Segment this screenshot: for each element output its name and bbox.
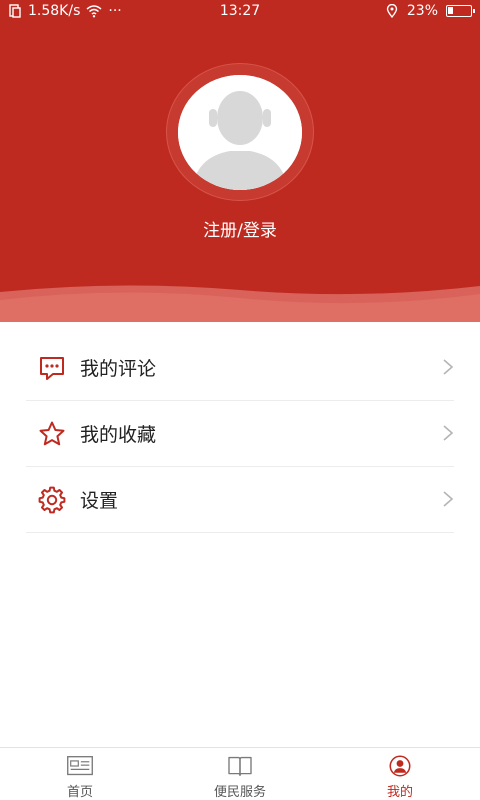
gear-icon bbox=[38, 486, 66, 514]
profile-header: 1.58K/s ··· 13:27 23% 注册/登录 bbox=[0, 0, 480, 322]
bottom-tab-bar: 首页 便民服务 我的 bbox=[0, 747, 480, 800]
profile-menu: 我的评论 我的收藏 设置 bbox=[26, 335, 454, 533]
menu-item-label: 设置 bbox=[80, 490, 119, 512]
user-circle-icon bbox=[389, 755, 411, 777]
menu-item-settings[interactable]: 设置 bbox=[26, 467, 454, 533]
tab-services[interactable]: 便民服务 bbox=[160, 748, 320, 800]
menu-item-label: 我的评论 bbox=[80, 358, 157, 380]
tab-label: 首页 bbox=[66, 785, 93, 800]
status-bar: 1.58K/s ··· 13:27 23% bbox=[0, 0, 480, 24]
tab-mine[interactable]: 我的 bbox=[320, 748, 480, 800]
menu-item-label: 我的收藏 bbox=[80, 424, 157, 446]
tab-label: 便民服务 bbox=[213, 785, 266, 800]
comment-icon bbox=[38, 354, 66, 382]
chevron-right-icon bbox=[442, 490, 454, 508]
battery-percent: 23% bbox=[406, 3, 438, 19]
chevron-right-icon bbox=[442, 424, 454, 442]
tab-label: 我的 bbox=[386, 785, 413, 800]
battery-level bbox=[448, 7, 453, 14]
book-icon bbox=[228, 756, 252, 776]
header-wave-decoration bbox=[0, 285, 480, 322]
tab-home[interactable]: 首页 bbox=[0, 748, 160, 800]
menu-item-favorites[interactable]: 我的收藏 bbox=[26, 401, 454, 467]
register-login-link[interactable]: 注册/登录 bbox=[0, 216, 480, 241]
location-icon bbox=[386, 4, 398, 18]
default-user-icon bbox=[178, 75, 302, 190]
chevron-right-icon bbox=[442, 358, 454, 376]
menu-item-comments[interactable]: 我的评论 bbox=[26, 335, 454, 401]
avatar[interactable] bbox=[178, 75, 302, 190]
battery-icon bbox=[446, 5, 475, 17]
star-icon bbox=[38, 420, 66, 448]
newspaper-icon bbox=[67, 756, 93, 776]
